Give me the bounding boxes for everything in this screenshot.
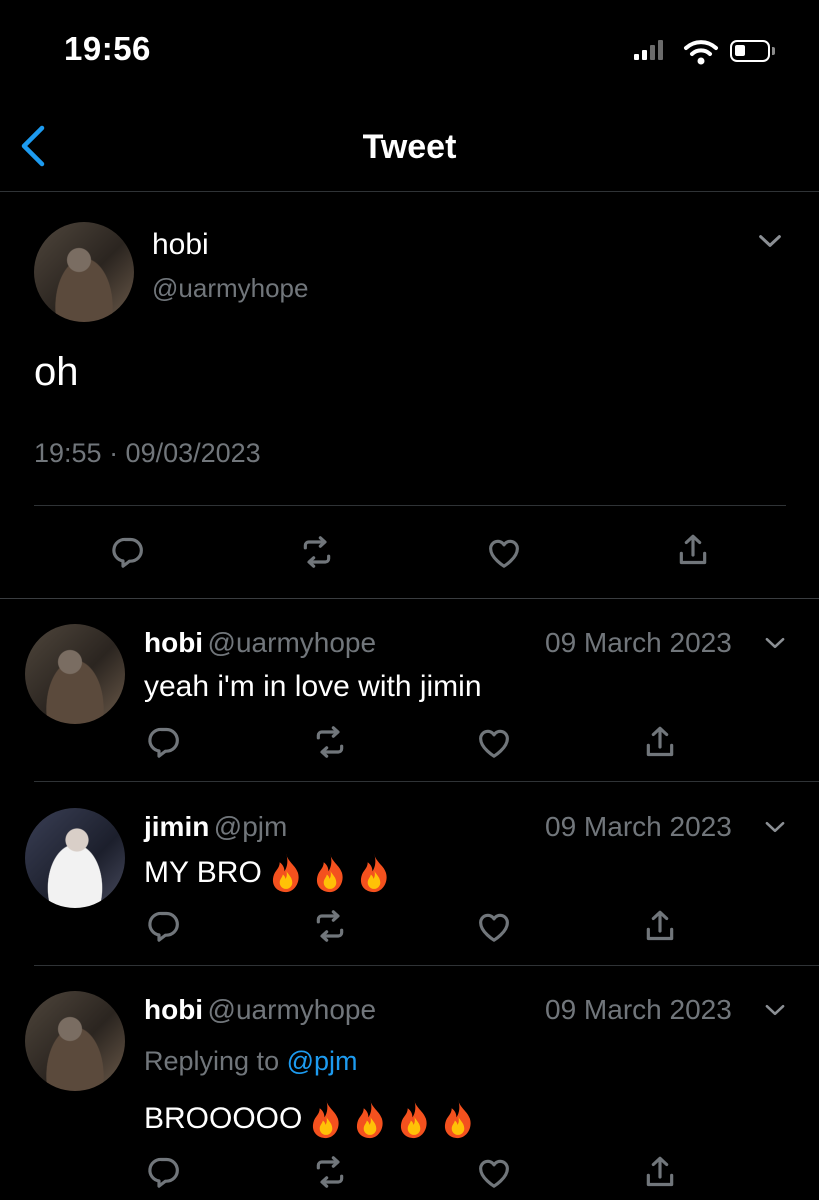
avatar[interactable] [25, 808, 125, 908]
fire-emoji-group [302, 1102, 478, 1135]
fire-emoji [306, 1098, 346, 1142]
fire-emoji [354, 852, 394, 896]
chevron-down-icon[interactable] [752, 226, 788, 256]
main-tweet-author-name[interactable]: hobi [152, 228, 209, 262]
reply-author-line: jimin @pjm [144, 811, 287, 843]
reply-text-line: BROOOOO [144, 1098, 478, 1142]
reply-text-line: MY BRO [144, 852, 394, 896]
main-tweet-divider [34, 505, 786, 506]
avatar[interactable] [34, 222, 134, 322]
reply-author-name[interactable]: hobi [144, 627, 203, 658]
replying-to-label: Replying to [144, 1046, 280, 1076]
header-divider [0, 191, 819, 192]
reply-icon[interactable] [108, 532, 148, 572]
reply-divider [34, 965, 819, 966]
reply-icon[interactable] [144, 722, 184, 762]
retweet-icon[interactable] [310, 1152, 350, 1192]
reply-author-handle[interactable]: @uarmyhope [208, 994, 377, 1025]
fire-emoji [310, 852, 350, 896]
reply-divider [34, 781, 819, 782]
like-icon[interactable] [474, 722, 514, 762]
reply-date: 09 March 2023 [545, 811, 732, 842]
reply-text: BROOOOO [144, 1101, 303, 1135]
wifi-icon [684, 40, 718, 65]
replying-to-line: Replying to @pjm [144, 1046, 358, 1077]
share-icon[interactable] [673, 530, 713, 570]
like-icon[interactable] [484, 532, 524, 572]
reply-date: 09 March 2023 [545, 627, 732, 658]
fire-emoji-group [262, 856, 394, 889]
fire-emoji [438, 1098, 478, 1142]
reply-author-handle[interactable]: @pjm [214, 811, 288, 842]
reply-author-line: hobi @uarmyhope [144, 627, 376, 659]
share-icon[interactable] [640, 906, 680, 946]
share-icon[interactable] [640, 722, 680, 762]
reply-author-line: hobi @uarmyhope [144, 994, 376, 1026]
chevron-down-icon[interactable] [760, 997, 790, 1023]
reply-author-name[interactable]: jimin [144, 811, 209, 842]
main-tweet-text: oh [34, 350, 79, 394]
retweet-icon[interactable] [297, 532, 337, 572]
retweet-icon[interactable] [310, 722, 350, 762]
status-time: 19:56 [64, 30, 151, 67]
fire-emoji [266, 852, 306, 896]
page-title: Tweet [362, 128, 457, 166]
main-tweet-timestamp: 19:55 · 09/03/2023 [34, 438, 261, 468]
reply-icon[interactable] [144, 906, 184, 946]
fire-emoji [350, 1098, 390, 1142]
reply-date: 09 March 2023 [545, 994, 732, 1025]
reply-icon[interactable] [144, 1152, 184, 1192]
avatar[interactable] [25, 624, 125, 724]
like-icon[interactable] [474, 906, 514, 946]
reply-author-handle[interactable]: @uarmyhope [208, 627, 377, 658]
chevron-down-icon[interactable] [760, 814, 790, 840]
like-icon[interactable] [474, 1152, 514, 1192]
reply-text: yeah i'm in love with jimin [144, 670, 482, 703]
share-icon[interactable] [640, 1152, 680, 1192]
reply-text: MY BRO [144, 855, 262, 889]
actions-divider [0, 598, 819, 599]
retweet-icon[interactable] [310, 906, 350, 946]
replying-to-mention-link[interactable]: @pjm [287, 1046, 358, 1076]
cellular-signal-icon [634, 40, 663, 60]
reply-author-name[interactable]: hobi [144, 994, 203, 1025]
battery-icon [730, 40, 775, 62]
fire-emoji [394, 1098, 434, 1142]
avatar[interactable] [25, 991, 125, 1091]
main-tweet-author-handle[interactable]: @uarmyhope [152, 273, 308, 304]
chevron-down-icon[interactable] [760, 630, 790, 656]
